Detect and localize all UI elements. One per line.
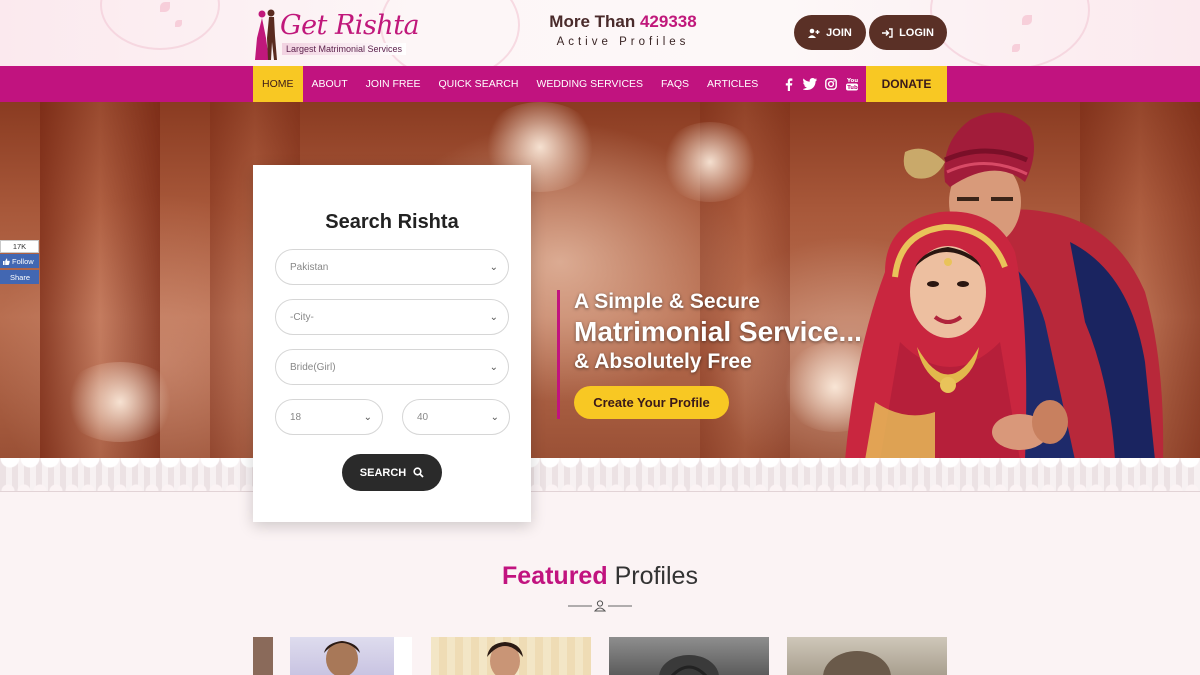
featured-profiles-heading: Featured Profiles <box>0 562 1200 591</box>
nav-item-home[interactable]: HOME <box>253 66 303 102</box>
chevron-down-icon: ⌄ <box>489 362 498 373</box>
user-plus-icon <box>808 28 820 38</box>
search-icon <box>413 467 424 478</box>
lace-divider <box>0 458 1200 492</box>
user-icon <box>593 600 607 612</box>
fb-share-button[interactable]: Share <box>0 270 39 284</box>
gender-select[interactable]: Bride(Girl) ⌄ <box>275 349 509 385</box>
gender-value: Bride(Girl) <box>290 361 336 373</box>
fb-follow-label: Follow <box>12 256 34 266</box>
nav-item-articles[interactable]: ARTICLES <box>698 66 767 102</box>
nav-item-quick-search[interactable]: QUICK SEARCH <box>430 66 528 102</box>
chevron-down-icon: ⌄ <box>363 412 372 423</box>
tagline-line3: & Absolutely Free <box>574 350 752 373</box>
decorative-petal <box>1012 44 1020 52</box>
profile-card-thumbnail[interactable] <box>609 637 769 675</box>
social-links: YouTube <box>782 66 859 102</box>
age-from-value: 18 <box>290 411 302 423</box>
logo-tagline: Largest Matrimonial Services <box>282 43 407 55</box>
main-navigation: HOME ABOUT JOIN FREE QUICK SEARCH WEDDIN… <box>0 66 1200 102</box>
city-select[interactable]: -City- ⌄ <box>275 299 509 335</box>
decorative-petal <box>1022 15 1032 25</box>
fb-follow-button[interactable]: Follow <box>0 254 39 268</box>
profile-card-thumbnail[interactable] <box>290 637 412 675</box>
nav-item-wedding-services[interactable]: WEDDING SERVICES <box>527 66 652 102</box>
decorative-swirl <box>930 0 1090 66</box>
create-profile-button[interactable]: Create Your Profile <box>574 386 729 419</box>
featured-rest: Profiles <box>614 562 698 590</box>
featured-highlight: Featured <box>502 562 608 590</box>
country-select[interactable]: Pakistan ⌄ <box>275 249 509 285</box>
sign-in-icon <box>882 27 893 38</box>
search-rishta-panel: Search Rishta Pakistan ⌄ -City- ⌄ Bride(… <box>253 165 531 522</box>
decor-light <box>60 362 180 442</box>
profiles-count: 429338 <box>639 12 697 31</box>
svg-text:Tube: Tube <box>847 85 858 91</box>
nav-item-faqs[interactable]: FAQS <box>652 66 698 102</box>
site-header: Get Rishta Largest Matrimonial Services … <box>0 0 1200 66</box>
logo-title: Get Rishta <box>280 10 420 41</box>
thumbs-up-icon <box>3 257 10 265</box>
heading-divider <box>568 600 632 612</box>
site-logo[interactable]: Get Rishta Largest Matrimonial Services <box>252 6 420 62</box>
profile-card-thumbnail[interactable] <box>431 637 591 675</box>
tagline-line1: A Simple & Secure <box>574 290 760 313</box>
tagline-line2: Matrimonial Service... <box>574 316 862 347</box>
facebook-follow-widget: 17K Follow Share <box>0 240 39 284</box>
join-label: JOIN <box>826 26 852 39</box>
donate-button[interactable]: DONATE <box>866 66 947 102</box>
profiles-prefix: More Than <box>549 12 636 31</box>
nav-item-join-free[interactable]: JOIN FREE <box>357 66 430 102</box>
search-title: Search Rishta <box>325 211 459 233</box>
age-from-select[interactable]: 18 ⌄ <box>275 399 383 435</box>
country-value: Pakistan <box>290 261 329 273</box>
profiles-label: Active Profiles <box>556 36 690 48</box>
youtube-icon[interactable]: YouTube <box>845 77 859 91</box>
decorative-petal <box>175 20 182 27</box>
city-value: -City- <box>290 311 314 323</box>
nav-item-about[interactable]: ABOUT <box>303 66 357 102</box>
profile-card-thumbnail[interactable] <box>253 637 273 675</box>
fb-follower-count: 17K <box>0 240 39 253</box>
hero-tagline: A Simple & Secure Matrimonial Service...… <box>557 290 862 419</box>
chevron-down-icon: ⌄ <box>489 262 498 273</box>
instagram-icon[interactable] <box>824 77 838 91</box>
age-to-value: 40 <box>417 411 429 423</box>
nav-menu: HOME ABOUT JOIN FREE QUICK SEARCH WEDDIN… <box>253 66 767 102</box>
age-to-select[interactable]: 40 ⌄ <box>402 399 510 435</box>
active-profiles-counter: More Than 429338 Active Profiles <box>520 12 726 48</box>
search-button[interactable]: SEARCH <box>342 454 442 491</box>
decor-light <box>660 122 760 202</box>
login-label: LOGIN <box>899 26 934 39</box>
join-button[interactable]: JOIN <box>794 15 866 50</box>
search-label: SEARCH <box>359 466 407 479</box>
couple-silhouette-icon <box>255 9 277 60</box>
twitter-icon[interactable] <box>803 77 817 91</box>
decorative-petal <box>160 2 170 12</box>
chevron-down-icon: ⌄ <box>489 312 498 323</box>
facebook-icon[interactable] <box>782 77 796 91</box>
chevron-down-icon: ⌄ <box>490 412 499 423</box>
profile-card-thumbnail[interactable] <box>787 637 947 675</box>
login-button[interactable]: LOGIN <box>869 15 947 50</box>
svg-text:You: You <box>846 78 858 84</box>
wedding-couple-image <box>845 112 1164 460</box>
